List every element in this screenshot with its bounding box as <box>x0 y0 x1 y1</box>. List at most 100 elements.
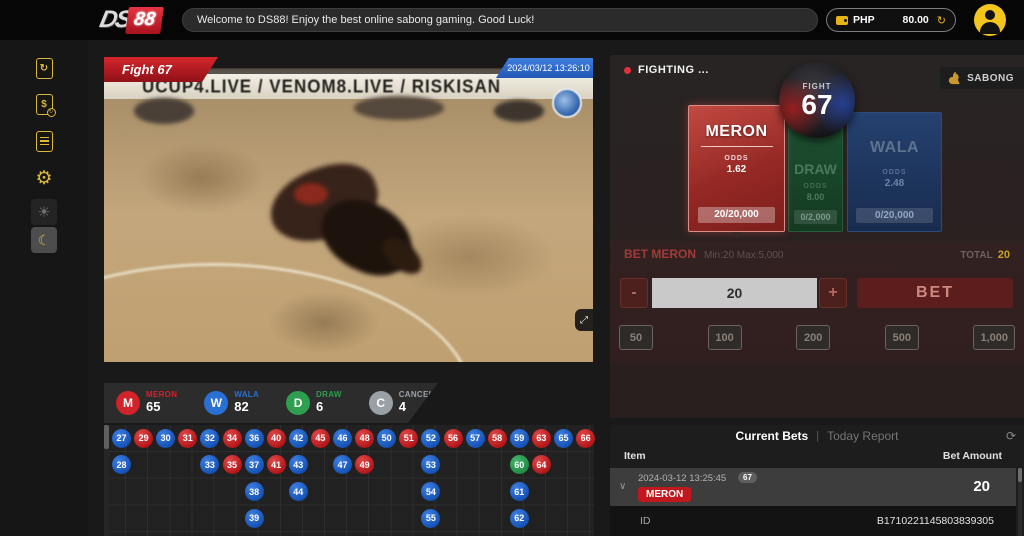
sidebar-item-replays[interactable]: ↻ <box>30 54 58 82</box>
status-dot <box>624 67 631 74</box>
refresh-bets-icon[interactable]: ⟳ <box>1006 429 1016 443</box>
board-cell-52[interactable]: 52 <box>421 429 440 448</box>
board-cell-48[interactable]: 48 <box>355 429 374 448</box>
wala-bet-card[interactable]: WALA ODDS 2.48 0/20,000 <box>847 112 942 232</box>
tab-current-bets[interactable]: Current Bets <box>736 429 809 443</box>
wala-odds-label: ODDS <box>848 169 941 176</box>
board-cell-35[interactable]: 35 <box>223 455 242 474</box>
quick-amount-row: 50 100 200 500 1,000 <box>619 325 1015 350</box>
bet-total: TOTAL 20 <box>960 249 1010 261</box>
bet-amount-input[interactable]: 20 <box>652 278 817 308</box>
board-cell-34[interactable]: 34 <box>223 429 242 448</box>
sidebar-item-transactions[interactable]: $↻ <box>30 90 58 118</box>
board-cell-51[interactable]: 51 <box>399 429 418 448</box>
board-scrollbar[interactable] <box>104 425 109 536</box>
stat-item-draw: DDRAW6 <box>286 391 342 415</box>
bet-time: 2024-03-12 13:25:45 <box>638 473 726 484</box>
board-cell-62[interactable]: 62 <box>510 509 529 528</box>
sidebar-item-reports[interactable] <box>30 127 58 155</box>
board-cell-61[interactable]: 61 <box>510 482 529 501</box>
sabong-game-tab[interactable]: SABONG <box>940 67 1024 89</box>
board-cell-33[interactable]: 33 <box>200 455 219 474</box>
theme-light-toggle[interactable]: ☀ <box>30 198 58 226</box>
board-cell-40[interactable]: 40 <box>267 429 286 448</box>
meron-bet-card[interactable]: MERON ODDS 1.62 20/20,000 <box>688 105 785 232</box>
stat-value: 4 <box>399 400 434 414</box>
board-cell-47[interactable]: 47 <box>333 455 352 474</box>
board-cell-66[interactable]: 66 <box>576 429 595 448</box>
board-cell-59[interactable]: 59 <box>510 429 529 448</box>
bet-side-title: BET MERON <box>624 247 696 261</box>
quick-amount-button-100[interactable]: 100 <box>708 325 742 350</box>
status-text: FIGHTING ... <box>638 64 709 76</box>
board-cell-44[interactable]: 44 <box>289 482 308 501</box>
column-item: Item <box>624 450 646 462</box>
board-cell-37[interactable]: 37 <box>245 455 264 474</box>
board-cell-27[interactable]: 27 <box>112 429 131 448</box>
bet-record-row[interactable]: ∨ 2024-03-12 13:25:45 67 MERON 20 <box>610 468 1016 506</box>
avatar-body <box>980 22 1000 34</box>
board-cell-60[interactable]: 60 <box>510 455 529 474</box>
board-cell-65[interactable]: 65 <box>554 429 573 448</box>
ds88-logo[interactable]: DS 88 <box>100 4 162 36</box>
board-cell-50[interactable]: 50 <box>377 429 396 448</box>
sabong-tab-label: SABONG <box>967 73 1014 84</box>
board-cell-49[interactable]: 49 <box>355 455 374 474</box>
quick-amount-button-200[interactable]: 200 <box>796 325 830 350</box>
wallet-icon <box>836 16 848 25</box>
quick-amount-button-50[interactable]: 50 <box>619 325 653 350</box>
board-cell-58[interactable]: 58 <box>488 429 507 448</box>
theme-dark-toggle[interactable]: ☾ <box>30 226 58 254</box>
gear-icon: ⚙ <box>35 167 52 190</box>
board-cell-32[interactable]: 32 <box>200 429 219 448</box>
user-avatar[interactable] <box>974 4 1006 36</box>
meron-card-title: MERON <box>689 123 784 141</box>
board-cell-41[interactable]: 41 <box>267 455 286 474</box>
board-cell-43[interactable]: 43 <box>289 455 308 474</box>
video-crowd-blob <box>494 100 544 122</box>
selected-card-pointer <box>731 232 743 238</box>
tab-divider: | <box>816 430 819 442</box>
board-cell-36[interactable]: 36 <box>245 429 264 448</box>
result-trend-board[interactable]: 2728293031323334353637383940414243444546… <box>104 425 594 536</box>
bet-side-badge: MERON <box>638 487 691 502</box>
chevron-down-icon[interactable]: ∨ <box>619 481 626 492</box>
meron-pool-value: 20/20,000 <box>698 207 775 223</box>
board-cell-55[interactable]: 55 <box>421 509 440 528</box>
board-cell-29[interactable]: 29 <box>134 429 153 448</box>
board-cell-63[interactable]: 63 <box>532 429 551 448</box>
board-cell-30[interactable]: 30 <box>156 429 175 448</box>
board-cell-54[interactable]: 54 <box>421 482 440 501</box>
quick-amount-button-1000[interactable]: 1,000 <box>973 325 1015 350</box>
board-cell-28[interactable]: 28 <box>112 455 131 474</box>
live-video-player[interactable]: UCUP4.LIVE / VENOM8.LIVE / RISKISAN <box>104 68 593 362</box>
board-cell-56[interactable]: 56 <box>444 429 463 448</box>
decrease-bet-button[interactable]: - <box>620 278 648 308</box>
stat-circle-cancel: C <box>369 391 393 415</box>
refresh-balance-icon[interactable]: ↻ <box>937 14 946 27</box>
increase-bet-button[interactable]: + <box>819 278 847 308</box>
board-cell-57[interactable]: 57 <box>466 429 485 448</box>
bets-scrollbar-thumb[interactable] <box>1018 468 1022 482</box>
balance-pill[interactable]: PHP 80.00 ↻ <box>826 8 956 32</box>
board-cell-42[interactable]: 42 <box>289 429 308 448</box>
board-scrollbar-thumb[interactable] <box>104 425 109 449</box>
video-rotate-button[interactable]: ⤢ <box>575 309 593 331</box>
sidebar-item-settings[interactable]: ⚙ <box>30 164 58 192</box>
tab-today-report[interactable]: Today Report <box>827 429 898 443</box>
board-cell-38[interactable]: 38 <box>245 482 264 501</box>
board-cell-45[interactable]: 45 <box>311 429 330 448</box>
video-timestamp-text: 2024/03/12 13:26:10 <box>507 63 590 73</box>
stat-circle-draw: D <box>286 391 310 415</box>
meron-odds-value: 1.62 <box>689 164 784 175</box>
board-cell-31[interactable]: 31 <box>178 429 197 448</box>
wala-odds-value: 2.48 <box>848 178 941 189</box>
board-cell-39[interactable]: 39 <box>245 509 264 528</box>
quick-amount-button-500[interactable]: 500 <box>885 325 919 350</box>
bets-scrollbar[interactable] <box>1018 468 1022 536</box>
place-bet-button[interactable]: BET <box>857 278 1013 308</box>
column-bet-amount: Bet Amount <box>943 450 1002 462</box>
board-cell-46[interactable]: 46 <box>333 429 352 448</box>
board-cell-64[interactable]: 64 <box>532 455 551 474</box>
board-cell-53[interactable]: 53 <box>421 455 440 474</box>
